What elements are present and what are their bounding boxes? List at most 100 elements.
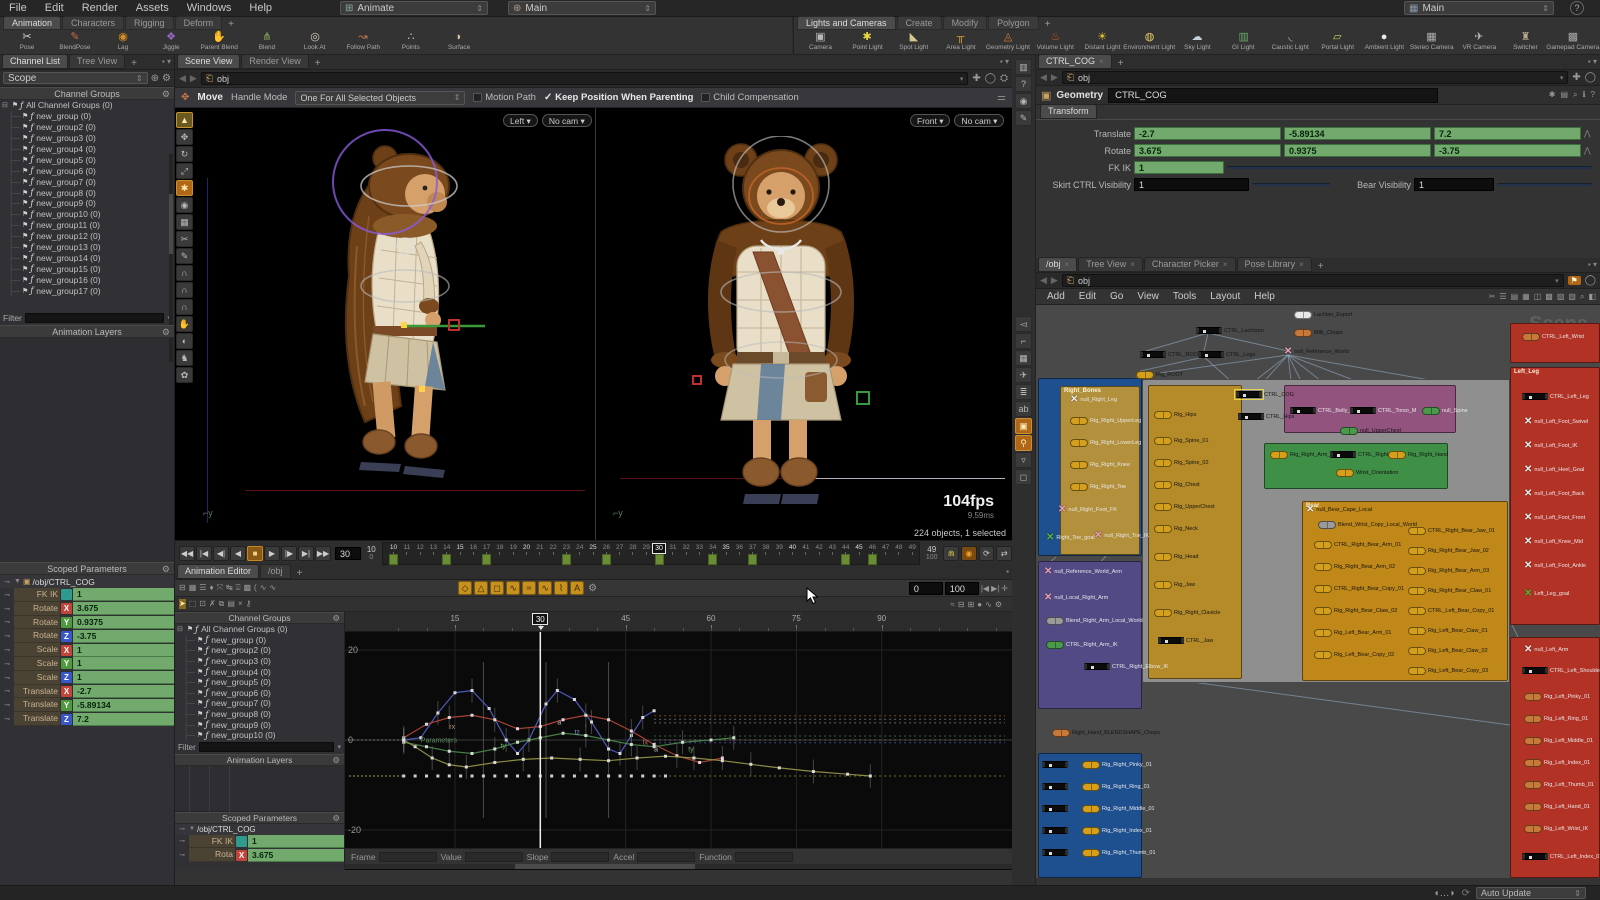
next-key-button[interactable]: ▶| [298,545,314,561]
viewport-tool-2[interactable]: ↻ [176,146,193,162]
node-rig_left_pinky_01[interactable]: Rig_Left_Pinky_01 [1524,693,1590,701]
node-ctrl_belly_m[interactable]: CTRL_Belly_M [1290,407,1355,414]
node-ctrl_left_bear_copy_01[interactable]: CTRL_Left_Bear_Copy_01 [1408,607,1494,615]
tree-item-new_group6[interactable]: ├─ ⚑ ƒ new_group6 (0) [0,165,174,176]
shelf-tool-surface[interactable]: ◗ Surface [436,31,482,55]
graph-view-tool-3[interactable]: ● [977,600,982,609]
scoped-row-scale-z[interactable]: ⊸ Scale Z 1 [0,670,174,685]
anim-edit-tool-7[interactable]: ⚷ [246,599,252,609]
pin-icon[interactable]: ⊸ [175,825,189,833]
network-box[interactable] [1038,753,1142,878]
stow-icon-3[interactable]: ✎ [1015,110,1032,126]
menu-assets[interactable]: Assets [127,0,178,17]
node-rig_chest[interactable]: Rig_Chest [1154,481,1200,489]
tree-item-new_group3[interactable]: ├─ ⚑ ƒ new_group3 (0) [175,656,344,667]
scoped-row-rotate-z[interactable]: ⊸ Rotate Z -3.75 [0,629,174,644]
node-rig_jaw[interactable]: Rig_Jaw [1154,581,1195,589]
anim-tool-6[interactable]: ⍗ [236,583,241,593]
network-toolbar-icon-9[interactable]: ◧ [1588,292,1596,302]
shelf-tool-spot-light[interactable]: ◣ Spot Light [892,31,937,55]
node-rig_left_wrist_ik[interactable]: Rig_Left_Wrist_IK [1524,825,1588,833]
handle-mode-button[interactable]: Handle Mode [231,92,288,103]
translate-z-field[interactable]: 7.2 [1434,127,1581,140]
scene-path-field[interactable]: ⎗ obj ▾ [200,72,969,85]
node-rig_right_pinky_01[interactable]: Rig_Right_Pinky_01 [1082,761,1152,769]
graph-view-tool-0[interactable]: ≈ [950,600,954,609]
new-tab-button[interactable]: + [1313,261,1329,272]
handle-scope-dropdown[interactable]: One For All Selected Objects ⇕ [295,90,466,105]
graph-ruler[interactable]: 15304560759030 [345,612,1012,632]
node-null_left_heel_goal[interactable]: ✕ null_Left_Heel_Goal [1524,465,1584,475]
net-strip-icon-7[interactable]: ⚲ [1015,435,1032,451]
tree-item-new_group5[interactable]: ├─ ⚑ ƒ new_group5 (0) [0,154,174,165]
flag-icon[interactable]: ⚑ [1567,276,1581,285]
shelf-tool-vr-camera[interactable]: ✈ VR Camera [1456,31,1501,55]
params-path-field[interactable]: ⎗ obj ▾ [1061,71,1569,84]
node-rig_right_bear_claw_02[interactable]: Rig_Right_Bear_Claw_02 [1314,607,1397,615]
shelf-tool-pose[interactable]: ✂ Pose [4,31,50,55]
viewport-tool-9[interactable]: ∩ [176,265,193,281]
current-frame-marker[interactable]: 30 [652,542,667,554]
scoped-row-fk-ik-[interactable]: ⊸ FK IK 1 [0,588,174,602]
tab-render-view[interactable]: Render View [241,54,309,69]
tree-item-new_group7[interactable]: ├─ ⚑ ƒ new_group7 (0) [0,176,174,187]
shelf-tool-portal-light[interactable]: ▱ Portal Light [1315,31,1360,55]
pin-icon[interactable]: ⊸ [0,701,14,709]
scoped-row-translate-z[interactable]: ⊸ Translate Z 7.2 [0,712,174,726]
node-rig_right_upperleg[interactable]: Rig_Right_UpperLeg [1070,417,1141,425]
node-null_left_foot_ankle[interactable]: ✕ null_Left_Foot_Ankle [1524,561,1586,571]
tab-tree-view[interactable]: Tree View [69,54,126,69]
pin-icon[interactable]: ⊸ [0,715,14,723]
stow-icon-0[interactable]: ▥ [1015,59,1032,75]
tree-item-new_group2[interactable]: ├─ ⚑ ƒ new_group2 (0) [175,645,344,656]
snapshot-icon[interactable]: ◯ [985,73,996,84]
network-graph[interactable]: Scene Right_BonesBearLeft_Leg Lachlan_Ex… [1036,305,1600,878]
pin-icon[interactable]: ⊸ [175,837,189,845]
shelf-tool-area-light[interactable]: ╥ Area Light [938,31,983,55]
anim-scoped-path-row[interactable]: ⊸ ▼ /obj/CTRL_COG [175,823,344,835]
shelf-tab-modify[interactable]: Modify [942,16,988,30]
scoped-param-value[interactable]: -2.7 [73,684,174,698]
pin-icon[interactable]: ✚ [1572,72,1580,83]
scoped-row-rotate-y[interactable]: ⊸ Rotate Y 0.9375 [0,615,174,630]
node-null_left_arm[interactable]: ✕ null_Left_Arm [1524,645,1568,655]
anim-tool-7[interactable]: ▩ [243,583,251,593]
refresh-icon[interactable]: ⟳ [1462,888,1470,899]
node-ctrl_lachlann[interactable]: CTRL_Lachlann [1196,327,1264,334]
node-ctrl_right_arm_ik[interactable]: CTRL_Right_Arm_IK [1046,641,1118,649]
anim-edit-tool-1[interactable]: ⬚ [189,599,197,609]
node-rig_right_bear_arm_02[interactable]: Rig_Right_Bear_Arm_02 [1314,563,1395,571]
anim-edit-tool-2[interactable]: ⊡ [199,599,206,609]
net-strip-icon-5[interactable]: ab [1015,401,1032,417]
node-rig_spine_01[interactable]: Rig_Spine_01 [1154,437,1209,445]
new-tab-button[interactable]: + [292,568,308,579]
scoped-param-value[interactable]: 0.9375 [73,615,174,629]
tab-channel-list[interactable]: Channel List [2,54,69,69]
node-null_spine[interactable]: null_Spine [1422,407,1468,415]
camera-lock-icon[interactable]: ⛭ [1000,73,1008,84]
new-tab-button[interactable]: + [1113,58,1129,69]
node-rig_left_middle_01[interactable]: Rig_Left_Middle_01 [1524,737,1593,745]
menu-edit[interactable]: Edit [36,0,73,17]
curve-editor-graph[interactable]: 15304560759030 200-20aatytytztxrxParamet… [345,612,1012,870]
tab-transform[interactable]: Transform [1040,104,1097,119]
shelf-tool-points[interactable]: ∴ Points [388,31,434,55]
network-toolbar-icon-6[interactable]: ▨ [1557,292,1565,302]
filter-input[interactable] [24,312,165,323]
param-header-icon-4[interactable]: ? [1591,90,1595,100]
network-toolbar-icon-7[interactable]: ▧ [1568,292,1576,302]
node-ctrl_torso_m[interactable]: CTRL_Torso_M [1350,407,1417,414]
menu-windows[interactable]: Windows [178,0,241,17]
pin-icon[interactable]: ⊸ [0,591,14,599]
tree-item-new_group11[interactable]: ├─ ⚑ ƒ new_group11 (0) [0,220,174,231]
graph-view-tool-2[interactable]: ⊞ [968,600,975,609]
auto-key-icon[interactable]: ◉ [961,545,977,561]
chevron-down-icon[interactable]: ▾ [337,743,341,751]
node-null_left_foot_swivel[interactable]: ✕ null_Left_Foot_Swivel [1524,417,1588,427]
graph-view-tool-4[interactable]: ∿ [985,600,992,609]
tree-item-root[interactable]: ⊟ ⚑ ƒ All Channel Groups (0) [0,100,174,111]
anim-toggle-0[interactable]: ◇ [458,581,473,595]
link-icon[interactable]: ◯ [1585,72,1596,83]
node-ctrl_left_shoulder[interactable]: CTRL_Left_Shoulder [1522,667,1600,674]
curve-plot[interactable]: 200-20aaty tytztxrxParameters [345,632,1012,848]
